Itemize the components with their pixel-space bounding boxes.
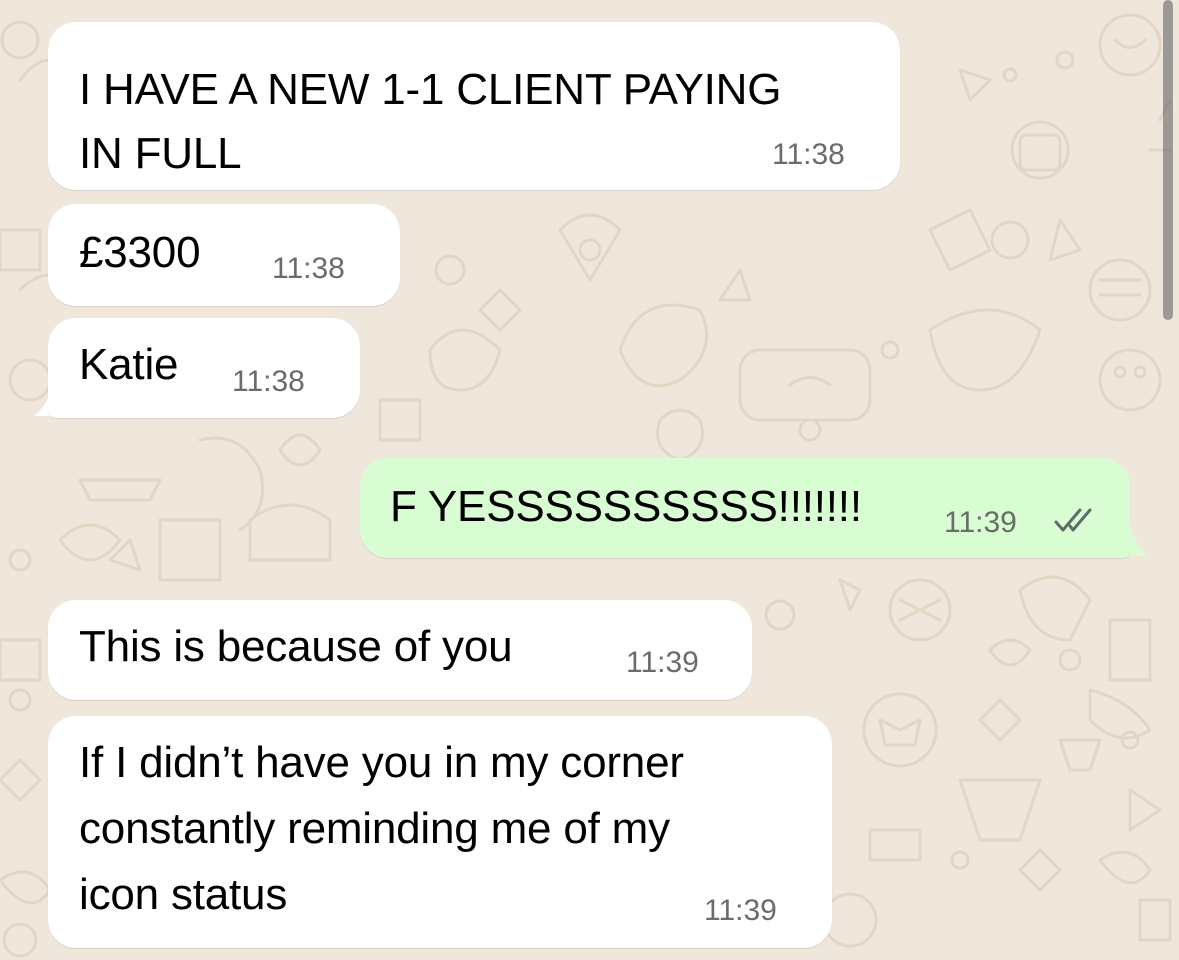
- incoming-message[interactable]: If I didn’t have you in my corner consta…: [48, 716, 832, 948]
- double-check-icon: [1054, 508, 1092, 532]
- incoming-message[interactable]: I HAVE A NEW 1-1 CLIENT PAYING IN FULL 1…: [48, 22, 900, 190]
- message-text: I HAVE A NEW 1-1 CLIENT PAYING IN FULL: [79, 65, 782, 178]
- message-timestamp: 11:39: [626, 646, 699, 679]
- incoming-message[interactable]: £3300 11:38: [48, 204, 400, 306]
- message-text: Katie: [79, 340, 179, 389]
- message-text: £3300: [79, 228, 201, 277]
- message-text: F YESSSSSSSSSS!!!!!!!: [390, 482, 862, 531]
- incoming-message[interactable]: This is because of you 11:39: [48, 600, 752, 700]
- message-timestamp: 11:39: [944, 506, 1017, 539]
- incoming-message[interactable]: Katie 11:38: [48, 318, 360, 418]
- outgoing-message[interactable]: F YESSSSSSSSSS!!!!!!! 11:39: [360, 458, 1130, 558]
- message-timestamp: 11:38: [232, 365, 305, 398]
- message-text: This is because of you: [79, 622, 513, 671]
- message-timestamp: 11:39: [704, 894, 777, 927]
- scrollbar[interactable]: [1163, 0, 1173, 320]
- message-timestamp: 11:38: [772, 138, 845, 171]
- message-timestamp: 11:38: [272, 252, 345, 285]
